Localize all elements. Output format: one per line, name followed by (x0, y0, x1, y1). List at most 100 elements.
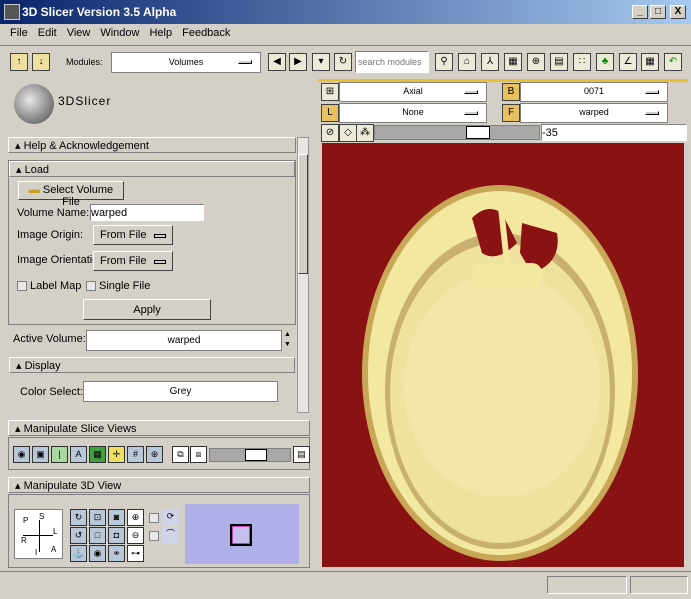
slice-offset-input[interactable] (541, 124, 687, 141)
home-icon[interactable]: ⌂ (458, 53, 476, 71)
link-icon[interactable]: ⧉ (172, 446, 189, 463)
grid-icon[interactable]: ▦ (641, 53, 659, 71)
volumes-icon[interactable]: ▦ (504, 53, 522, 71)
center-icon[interactable]: ⊡ (89, 509, 106, 526)
help-section-header[interactable]: ▴ Help & Acknowledgement (8, 137, 296, 153)
apply-button[interactable]: Apply (83, 299, 211, 320)
visibility-icon[interactable]: ◉ (13, 446, 30, 463)
rotate-icon[interactable]: ↻ (70, 509, 87, 526)
foreground-layer-icon[interactable]: F (502, 104, 520, 122)
image-orientation-select[interactable]: From File (93, 251, 173, 271)
snapshot-icon[interactable]: ◙ (108, 509, 125, 526)
volume-name-input[interactable] (90, 204, 204, 221)
grid-spacing-icon[interactable]: # (127, 446, 144, 463)
spin-checkbox[interactable] (149, 513, 159, 523)
3d-view-thumbnail[interactable] (185, 504, 299, 564)
menu-view[interactable]: View (67, 27, 91, 39)
label-map-checkbox[interactable]: Label Map (17, 280, 81, 292)
visibility-3d-icon[interactable]: ◉ (89, 545, 106, 562)
slice-views-group: ◉ ▣ | A ▦ ✛ # ⊕ ⧉ ⧈ ▤ (8, 437, 310, 470)
module-history-icon[interactable]: ▾ (312, 53, 330, 71)
rock-mode-icon[interactable]: ⌒ (162, 527, 179, 544)
modules-select[interactable]: Volumes (111, 52, 261, 73)
field-of-view-icon[interactable]: ⊕ (146, 446, 163, 463)
fade-slider[interactable] (209, 448, 291, 462)
modules-select-value: Volumes (168, 57, 204, 67)
stereo-icon[interactable]: ⚭ (108, 545, 125, 562)
label-layer-icon[interactable]: L (321, 104, 339, 122)
view3d-header[interactable]: ▴ Manipulate 3D View (8, 477, 310, 493)
spin-icon[interactable]: ↺ (70, 527, 87, 544)
background-layer-icon[interactable]: B (502, 83, 520, 101)
fiducials-icon[interactable]: ∷ (573, 53, 591, 71)
close-button[interactable]: X (670, 5, 686, 19)
menu-feedback[interactable]: Feedback (182, 27, 230, 39)
volume-name-label: Volume Name: (17, 207, 90, 219)
rock-checkbox[interactable] (149, 531, 159, 541)
status-field-2 (630, 576, 688, 594)
binoculars-icon[interactable]: ⚲ (435, 53, 453, 71)
slice-offset-slider[interactable] (374, 125, 540, 140)
load-header-text: Load (24, 164, 50, 176)
zoom-in-icon[interactable]: ⊕ (127, 509, 144, 526)
annotation-icon[interactable]: A (70, 446, 87, 463)
transforms-icon[interactable]: ▤ (550, 53, 568, 71)
title-bar: 3D Slicer Version 3.5 Alpha (0, 0, 691, 24)
save-scene-icon[interactable]: ↓ (32, 53, 50, 71)
options-icon[interactable]: ▤ (293, 446, 310, 463)
menu-help[interactable]: Help (149, 27, 172, 39)
orientation-menu-icon[interactable]: ⊞ (321, 83, 339, 101)
help-header-text: Help & Acknowledgement (23, 140, 149, 152)
measure-icon[interactable]: ∠ (619, 53, 637, 71)
axis-p: P (23, 516, 29, 525)
select-volume-file-button[interactable]: ▬ Select Volume File (18, 181, 124, 208)
axis-l: L (53, 527, 58, 536)
visibility-toggle-icon[interactable]: ◇ (339, 124, 357, 142)
single-file-checkbox[interactable]: Single File (86, 280, 150, 292)
more-options-icon[interactable]: ⁂ (356, 124, 374, 142)
camera-icon[interactable]: ◘ (108, 527, 125, 544)
label-select[interactable]: None (339, 103, 487, 123)
layout-icon[interactable]: ⊶ (127, 545, 144, 562)
load-scene-icon[interactable]: ↑ (10, 53, 28, 71)
models-icon[interactable]: ⊕ (527, 53, 545, 71)
crosshair-icon[interactable]: ✛ (108, 446, 125, 463)
background-value: 0071 (583, 86, 605, 96)
maximize-button[interactable]: □ (650, 5, 666, 19)
spin-mode-icon[interactable]: ⟳ (162, 509, 179, 526)
hotlink-icon[interactable]: ⧈ (190, 446, 207, 463)
color-select[interactable]: Grey (83, 381, 278, 402)
next-module-icon[interactable]: ▶ (289, 53, 307, 71)
orientation-select[interactable]: Axial (339, 82, 487, 102)
axis-navigator[interactable]: P S L R I A (14, 509, 63, 559)
foreground-select[interactable]: warped (520, 103, 668, 123)
refresh-icon[interactable]: ↻ (334, 53, 352, 71)
search-modules-input[interactable] (355, 51, 429, 73)
composite-icon[interactable]: ▦ (89, 446, 106, 463)
panel-scrollbar[interactable] (297, 137, 309, 413)
menu-window[interactable]: Window (100, 27, 139, 39)
label-map-text: Label Map (30, 280, 82, 292)
data-tree-icon[interactable]: ⅄ (481, 53, 499, 71)
image-origin-select[interactable]: From File (93, 225, 173, 245)
load-section-header[interactable]: ▴ Load (9, 161, 295, 177)
box-icon[interactable]: □ (89, 527, 106, 544)
editor-icon[interactable]: ♣ (596, 53, 614, 71)
undo-icon[interactable]: ↶ (664, 53, 682, 71)
minimize-button[interactable]: _ (632, 5, 648, 19)
pitch-icon[interactable]: ⚓ (70, 545, 87, 562)
reslice-icon[interactable]: | (51, 446, 68, 463)
display-section-header[interactable]: ▴ Display (9, 357, 295, 373)
active-volume-select[interactable]: warped (86, 330, 282, 351)
active-volume-spinner[interactable]: ▲ ▼ (284, 330, 294, 351)
slice-view[interactable] (322, 143, 684, 567)
prev-module-icon[interactable]: ◀ (268, 53, 286, 71)
menu-file[interactable]: File (10, 27, 28, 39)
menu-edit[interactable]: Edit (38, 27, 57, 39)
slice-views-header-text: Manipulate Slice Views (23, 423, 137, 435)
link-slices-icon[interactable]: ⊘ (321, 124, 339, 142)
fade-icon[interactable]: ▣ (32, 446, 49, 463)
background-select[interactable]: 0071 (520, 82, 668, 102)
zoom-out-icon[interactable]: ⊖ (127, 527, 144, 544)
slice-views-header[interactable]: ▴ Manipulate Slice Views (8, 420, 310, 436)
